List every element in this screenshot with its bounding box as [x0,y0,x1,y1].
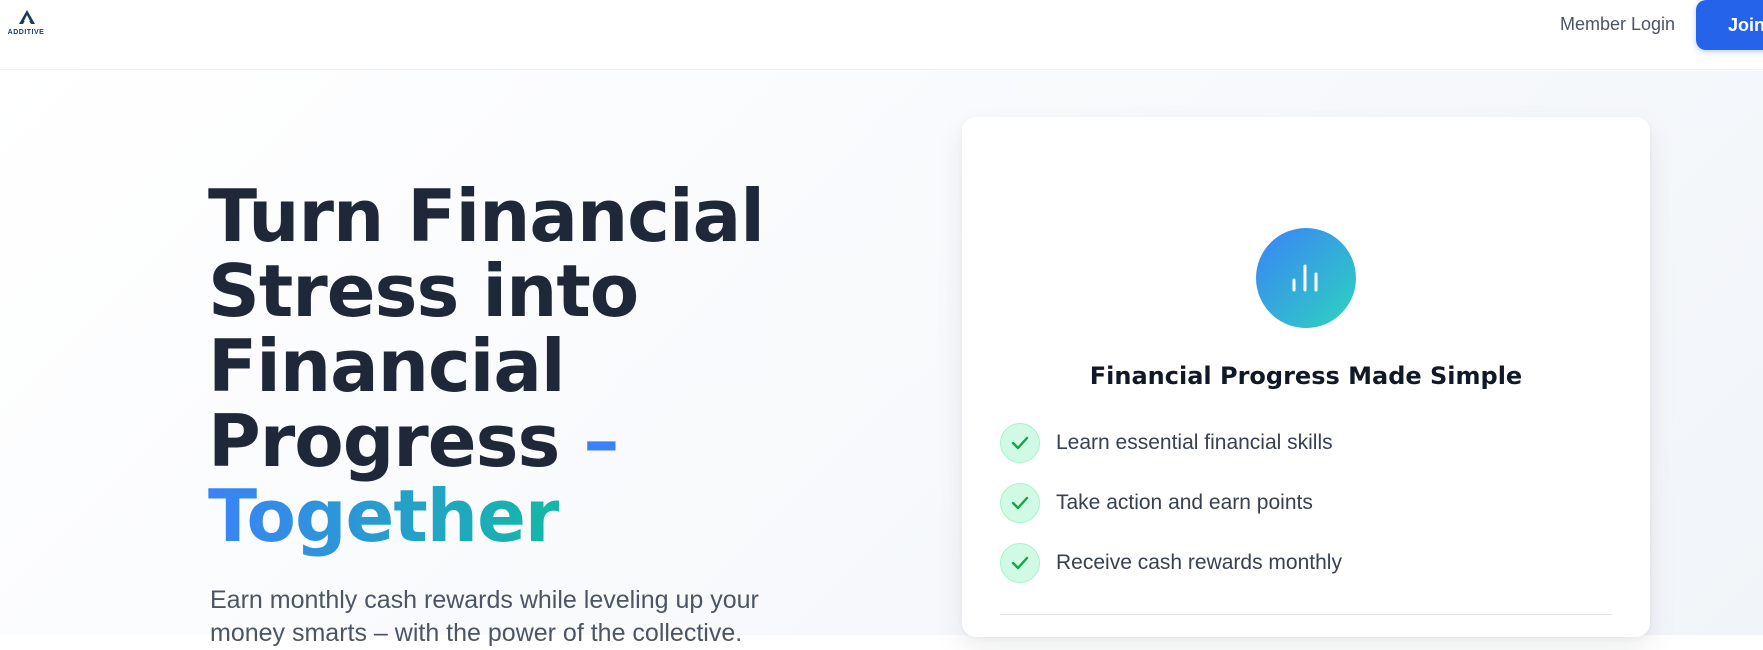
feature-label: Learn essential financial skills [1056,431,1333,454]
logo-mark-icon [19,10,35,24]
feature-item: Learn essential financial skills [1000,423,1600,463]
bar-chart-icon [1256,228,1356,328]
check-icon [1000,423,1040,463]
join-button[interactable]: Join [1696,0,1763,50]
headline-main: Turn Financial Stress into Financial Pro… [208,174,765,483]
headline-dash: – [583,399,619,483]
logo-text: ADDITIVE [7,29,45,36]
check-icon [1000,543,1040,583]
hero-subcopy: Earn monthly cash rewards while leveling… [210,586,759,647]
member-login-link[interactable]: Member Login [1560,14,1675,35]
hero-headline: Turn Financial Stress into Financial Pro… [208,179,848,554]
logo[interactable]: ADDITIVE [6,9,46,41]
card-title: Financial Progress Made Simple [1089,362,1523,390]
feature-label: Take action and earn points [1056,491,1313,514]
card-divider [1000,614,1612,615]
feature-card: Financial Progress Made Simple Learn ess… [962,117,1650,637]
check-icon [1000,483,1040,523]
feature-item: Take action and earn points [1000,483,1600,523]
headline-accent: Together [208,474,560,558]
site-header: ADDITIVE Member Login Join [0,0,1763,70]
feature-label: Receive cash rewards monthly [1056,551,1342,574]
feature-item: Receive cash rewards monthly [1000,543,1600,583]
